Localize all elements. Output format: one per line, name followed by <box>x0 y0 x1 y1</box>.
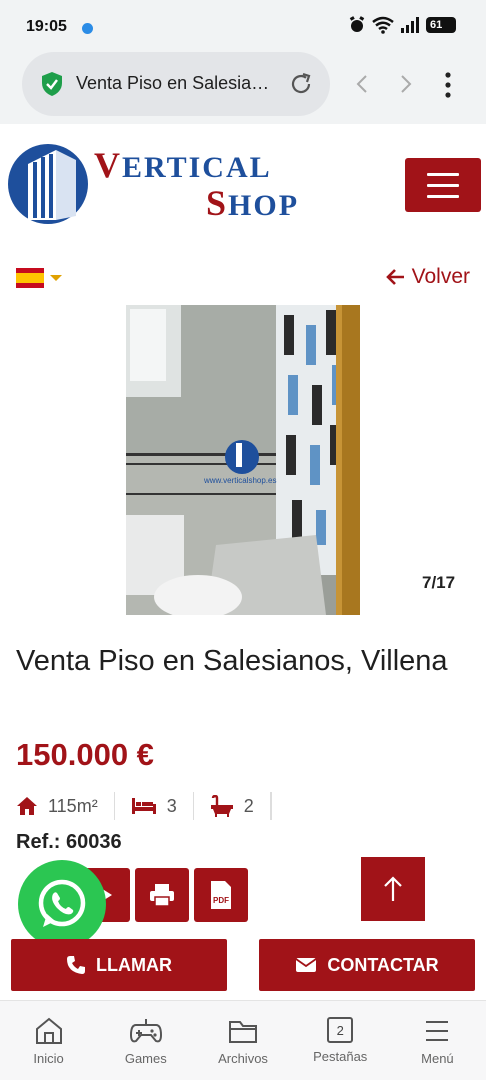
logo-word-vertical: VERTICAL <box>94 144 272 186</box>
logo-initial-s: S <box>206 183 229 223</box>
url-text: Venta Piso en Salesia… <box>76 73 270 93</box>
tabs-count-icon: 2 <box>327 1017 354 1043</box>
nav-menu[interactable]: Menú <box>389 1001 486 1080</box>
gamepad-icon <box>129 1019 162 1043</box>
listing-title: Venta Piso en Salesianos, Villena <box>16 645 448 677</box>
arrow-left-icon <box>385 269 404 285</box>
envelope-icon <box>295 958 317 972</box>
features-divider <box>270 792 272 820</box>
nav-games[interactable]: Games <box>97 1001 194 1080</box>
tabs-count: 2 <box>336 1022 344 1038</box>
logo-rest-vertical: ERTICAL <box>122 151 272 184</box>
bathtub-icon <box>210 795 233 817</box>
pdf-file-icon: PDF <box>211 881 231 909</box>
print-button[interactable] <box>135 868 189 922</box>
site-logo[interactable]: VERTICAL SHOP <box>6 140 356 230</box>
feature-bathrooms: 2 <box>194 792 271 820</box>
nav-games-label: Games <box>124 1051 167 1066</box>
pdf-button[interactable]: PDF <box>194 868 248 922</box>
status-bar: 19:05 61 <box>0 0 486 52</box>
battery-level: 61 <box>430 19 443 31</box>
call-button[interactable]: LLAMAR <box>11 939 227 991</box>
nav-archivos-label: Archivos <box>218 1051 268 1066</box>
contact-button[interactable]: CONTACTAR <box>259 939 475 991</box>
signal-icon <box>401 17 419 33</box>
status-time: 19:05 <box>26 18 67 35</box>
alarm-icon <box>349 16 365 32</box>
reload-icon[interactable] <box>288 71 314 97</box>
scroll-top-button[interactable] <box>361 857 425 921</box>
contact-label: CONTACTAR <box>327 954 439 975</box>
watermark-text: www.verticalshop.es <box>203 476 276 485</box>
menu-bar-icon <box>427 173 459 176</box>
caret-down-icon <box>50 275 62 281</box>
home-outline-icon <box>35 1017 62 1044</box>
browser-bottom-nav: Inicio Games Archivos 2 Pestañas Menú <box>0 1000 486 1080</box>
menu-lines-icon <box>426 1021 449 1041</box>
listing-price: 150.000 € <box>16 737 154 772</box>
feature-area: 115m² <box>16 792 115 820</box>
site-menu-button[interactable] <box>405 158 481 212</box>
logo-initial-v: V <box>94 145 122 185</box>
battery-icon: 61 <box>426 17 456 33</box>
feature-bedrooms: 3 <box>115 792 194 820</box>
nav-inicio-label: Inicio <box>33 1051 64 1066</box>
bed-icon <box>131 798 156 814</box>
language-selector[interactable] <box>16 268 62 288</box>
address-bar[interactable]: Venta Piso en Salesia… <box>22 52 330 116</box>
logo-globe-icon <box>8 144 88 224</box>
chevron-left-icon[interactable] <box>352 72 372 96</box>
phone-icon <box>67 956 85 974</box>
status-icons: 61 <box>348 16 456 34</box>
notification-dot-icon <box>82 23 93 34</box>
whatsapp-button[interactable] <box>18 860 106 948</box>
svg-text:PDF: PDF <box>213 896 229 905</box>
property-photo[interactable]: www.verticalshop.es <box>126 305 360 615</box>
home-icon <box>17 797 37 815</box>
menu-bar-icon <box>427 195 459 198</box>
secure-shield-icon <box>42 72 62 96</box>
whatsapp-icon <box>38 879 86 927</box>
wifi-icon <box>372 16 394 34</box>
chevron-right-icon[interactable] <box>396 72 416 96</box>
area-value: 115m² <box>48 795 98 816</box>
nav-menu-label: Menú <box>421 1051 454 1066</box>
features-row: 115m² 3 2 <box>16 792 272 820</box>
photo-counter: 7/17 <box>422 573 456 592</box>
browser-toolbar: Venta Piso en Salesia… <box>0 52 486 124</box>
logo-rest-shop: HOP <box>228 189 300 222</box>
arrow-up-icon <box>384 876 402 901</box>
print-icon <box>150 884 174 907</box>
nav-archivos[interactable]: Archivos <box>194 1001 291 1080</box>
back-link[interactable]: Volver <box>385 265 470 289</box>
bathrooms-value: 2 <box>243 795 254 816</box>
nav-pestanas-label: Pestañas <box>313 1049 368 1064</box>
spain-flag-icon <box>16 268 44 288</box>
listing-ref: Ref.: 60036 <box>16 831 122 853</box>
bathroom-photo: www.verticalshop.es <box>126 305 360 615</box>
bedrooms-value: 3 <box>166 795 177 816</box>
menu-bar-icon <box>427 184 459 187</box>
logo-word-shop: SHOP <box>206 182 299 224</box>
more-vert-icon[interactable] <box>440 70 456 100</box>
back-label: Volver <box>411 265 470 288</box>
folder-icon <box>229 1021 257 1043</box>
nav-inicio[interactable]: Inicio <box>0 1001 97 1080</box>
call-label: LLAMAR <box>96 954 172 975</box>
nav-pestanas[interactable]: 2 Pestañas <box>292 1001 389 1080</box>
